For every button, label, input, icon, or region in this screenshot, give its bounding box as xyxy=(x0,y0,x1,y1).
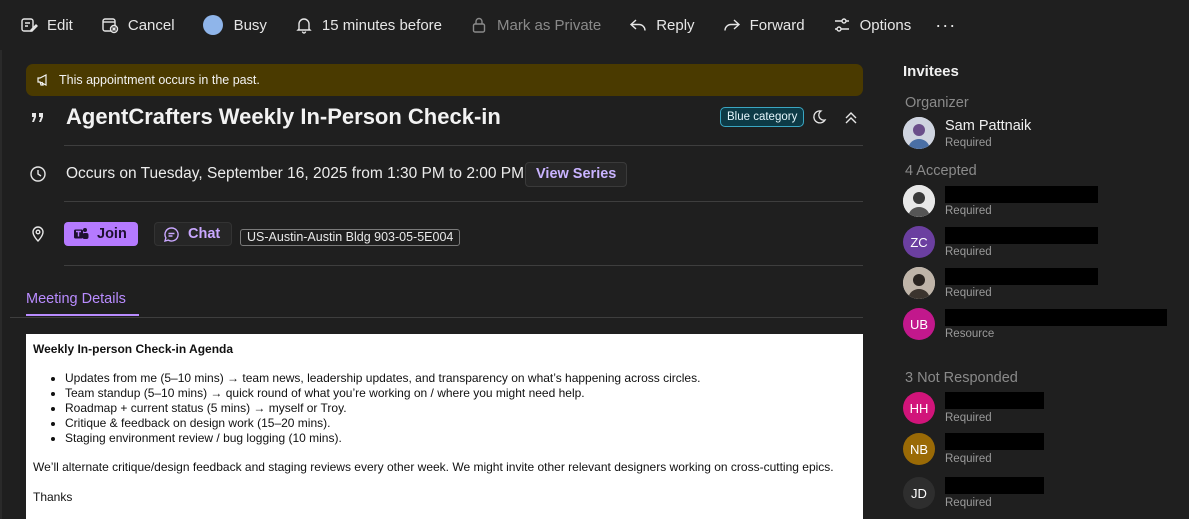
cancel-button[interactable]: Cancel xyxy=(101,9,175,41)
edit-label: Edit xyxy=(47,16,73,34)
invitee-role: Required xyxy=(945,246,992,258)
avatar[interactable] xyxy=(903,267,935,299)
quote-icon xyxy=(32,113,43,122)
tab-divider xyxy=(10,317,863,318)
not-responded-heading: 3 Not Responded xyxy=(905,370,1018,386)
redacted-name xyxy=(945,268,1098,285)
edit-button[interactable]: Edit xyxy=(20,9,73,41)
agenda-item: Updates from me (5–10 mins) → team news,… xyxy=(65,371,856,386)
invitee-role: Required xyxy=(945,287,992,299)
invitee-role: Required xyxy=(945,453,992,465)
moon-icon[interactable] xyxy=(811,109,827,125)
reply-button[interactable]: Reply xyxy=(629,9,695,41)
options-label: Options xyxy=(859,16,912,34)
status-button[interactable]: Busy xyxy=(202,9,267,41)
closing-text: Thanks xyxy=(33,490,73,504)
cancel-label: Cancel xyxy=(127,16,175,34)
edit-icon xyxy=(21,18,38,32)
chevron-up-icon[interactable] xyxy=(843,110,859,126)
meeting-body: Weekly In-person Check-in Agenda Updates… xyxy=(26,334,863,519)
megaphone-icon xyxy=(37,74,47,86)
organizer-heading: Organizer xyxy=(905,95,969,111)
avatar[interactable]: ZC xyxy=(903,226,935,258)
teams-icon xyxy=(74,227,89,239)
agenda-item: Staging environment review / bug logging… xyxy=(65,431,856,446)
busy-status-dot xyxy=(202,15,223,35)
avatar[interactable] xyxy=(903,117,935,149)
redacted-name xyxy=(945,392,1044,409)
invitee-role: Required xyxy=(945,497,992,509)
toolbar: Edit Cancel Busy 15 minutes before Mark … xyxy=(0,0,1189,50)
avatar[interactable]: HH xyxy=(903,392,935,424)
person-photo-icon xyxy=(903,267,935,299)
agenda-item: Roadmap + current status (5 mins) → myse… xyxy=(65,401,856,416)
reminder-label: 15 minutes before xyxy=(321,16,442,34)
mark-private-label: Mark as Private xyxy=(497,16,602,34)
chat-button[interactable]: Chat xyxy=(154,222,232,246)
meeting-title: AgentCrafters Weekly In-Person Check-in xyxy=(66,104,501,129)
accepted-heading: 4 Accepted xyxy=(905,163,977,179)
agenda-item: Team standup (5–10 mins) → quick round o… xyxy=(65,386,856,401)
join-button[interactable]: Join xyxy=(64,222,138,246)
avatar[interactable] xyxy=(903,185,935,217)
person-photo-icon xyxy=(903,117,935,149)
agenda-item: Critique & feedback on design work (15–2… xyxy=(65,416,856,431)
redacted-name xyxy=(945,433,1044,450)
avatar[interactable]: UB xyxy=(903,308,935,340)
reply-icon xyxy=(630,19,646,31)
banner-text: This appointment occurs in the past. xyxy=(59,73,260,87)
calendar-cancel-icon xyxy=(102,18,119,34)
avatar[interactable]: NB xyxy=(903,433,935,465)
divider xyxy=(64,145,863,146)
redacted-name xyxy=(945,227,1098,244)
view-series-button[interactable]: View Series xyxy=(525,162,628,187)
reminder-button[interactable]: 15 minutes before xyxy=(295,9,442,41)
options-button[interactable]: Options xyxy=(833,9,912,41)
lock-icon xyxy=(472,17,486,33)
tab-meeting-details[interactable]: Meeting Details xyxy=(26,291,126,307)
chat-bubble-icon xyxy=(163,226,179,242)
clock-icon xyxy=(30,166,46,182)
invitees-title: Invitees xyxy=(903,63,959,80)
invitee-role: Required xyxy=(945,205,992,217)
active-tab-indicator xyxy=(26,314,139,316)
bell-icon xyxy=(296,18,312,34)
location-pin-icon xyxy=(32,226,44,242)
reply-label: Reply xyxy=(656,16,695,34)
agenda-list: Updates from me (5–10 mins) → team news,… xyxy=(65,371,856,446)
status-label: Busy xyxy=(233,16,267,34)
forward-button[interactable]: Forward xyxy=(723,9,805,41)
divider xyxy=(64,201,863,202)
category-badge[interactable]: Blue category xyxy=(720,107,805,127)
forward-icon xyxy=(723,19,740,31)
past-appointment-banner: This appointment occurs in the past. xyxy=(26,64,863,96)
invitee-role: Resource xyxy=(945,328,995,340)
person-photo-icon xyxy=(903,185,935,217)
options-sliders-icon xyxy=(834,18,849,32)
join-label: Join xyxy=(97,226,127,242)
agenda-heading: Weekly In-person Check-in Agenda xyxy=(33,342,234,356)
more-options-button[interactable]: ··· xyxy=(935,9,956,41)
mark-private-button[interactable]: Mark as Private xyxy=(470,9,601,41)
location-chip[interactable]: US-Austin-Austin Bldg 903-05-5E004 xyxy=(240,229,461,246)
organizer-name[interactable]: Sam Pattnaik xyxy=(945,118,1031,134)
chat-label: Chat xyxy=(188,226,221,242)
organizer-role: Required xyxy=(945,137,992,149)
divider xyxy=(64,265,863,266)
invitee-role: Required xyxy=(945,412,992,424)
agenda-note: We’ll alternate critique/design feedback… xyxy=(33,460,834,474)
redacted-name xyxy=(945,477,1044,494)
redacted-name xyxy=(945,309,1167,326)
redacted-name xyxy=(945,186,1098,203)
window-left-edge xyxy=(0,50,2,519)
forward-label: Forward xyxy=(749,16,805,34)
avatar[interactable]: JD xyxy=(903,477,935,509)
occurrence-text: Occurs on Tuesday, September 16, 2025 fr… xyxy=(66,165,525,182)
